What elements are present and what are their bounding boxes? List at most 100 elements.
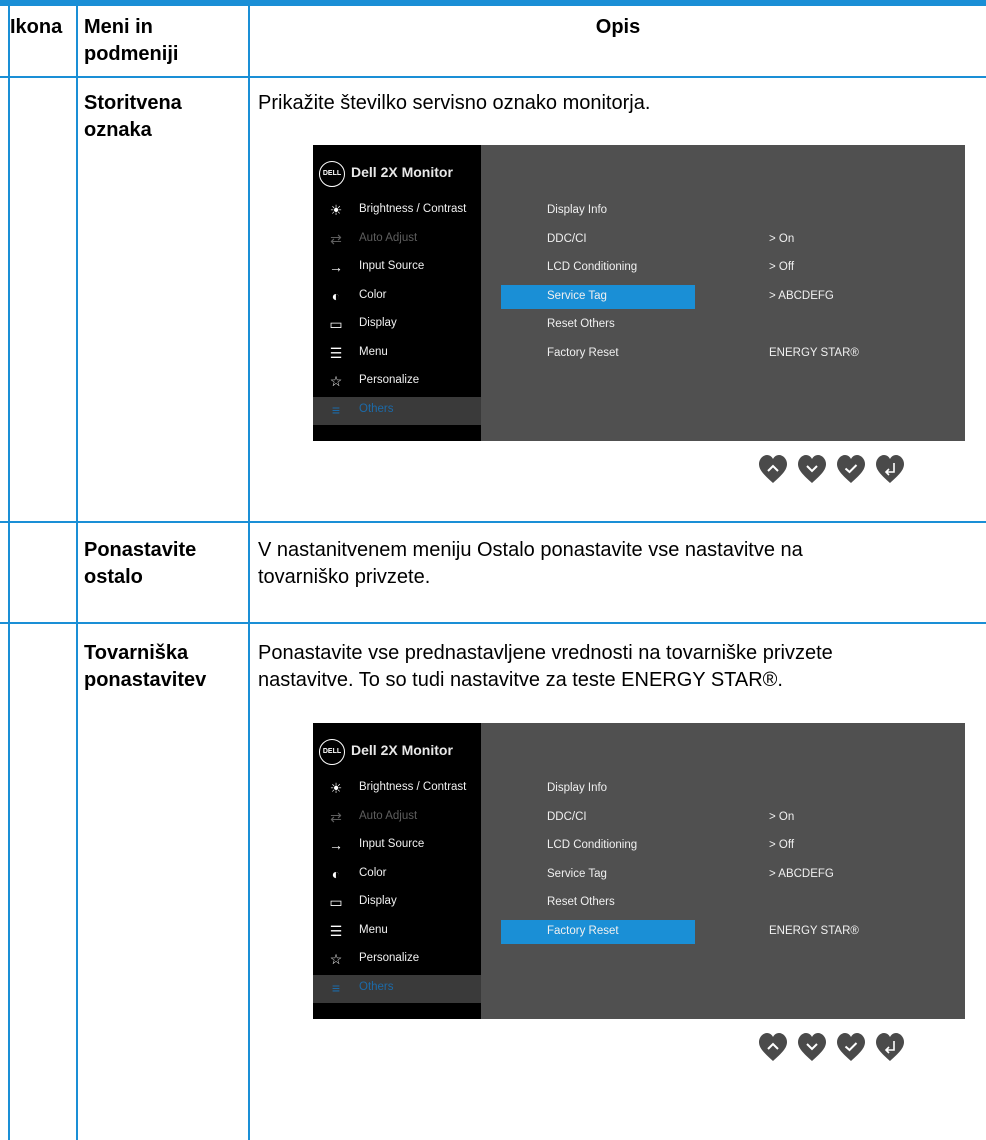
osd-value-service-tag: > ABCDEFG: [769, 867, 834, 880]
osd-value-service-tag: > ABCDEFG: [769, 289, 834, 302]
osd-menu-item-display[interactable]: ▭ Display: [313, 889, 481, 917]
table-top-border: [0, 0, 986, 6]
osd-menu-item-color[interactable]: ◐ Color: [313, 861, 481, 889]
osd-menu-item-label: Brightness / Contrast: [359, 203, 467, 215]
osd-menu-item-label: Color: [359, 866, 387, 879]
row-1-name-line2: oznaka: [84, 119, 152, 141]
nav-buttons-2: [758, 1030, 918, 1066]
osd-menu-item-brightness-contrast[interactable]: ☀ Brightness / Contrast: [313, 775, 481, 803]
row-2-name-line1: Ponastavite: [84, 539, 197, 561]
osd-submenu-item-label: LCD Conditioning: [547, 839, 638, 852]
auto-adjust-icon: ⇄: [330, 808, 342, 825]
osd-menu-item-label: Color: [359, 288, 387, 301]
back-button[interactable]: [875, 454, 905, 484]
header-divider: [0, 76, 986, 78]
header-menu-line2: podmeniji: [84, 43, 179, 65]
osd-value-lcd-conditioning: > Off: [769, 261, 795, 274]
osd-menu-item-input-source[interactable]: → Input Source: [313, 832, 481, 860]
osd-submenu-item-lcd-conditioning[interactable]: LCD Conditioning: [501, 834, 695, 858]
osd-menu-item-menu[interactable]: ☰ Menu: [313, 340, 481, 368]
osd-menu-item-input-source[interactable]: → Input Source: [313, 254, 481, 282]
check-button[interactable]: [836, 454, 866, 484]
osd-submenu-item-label: Service Tag: [547, 289, 607, 302]
osd-submenu-item-service-tag[interactable]: Service Tag: [501, 863, 695, 887]
row-factory-reset-description: Ponastavite vse prednastavljene vrednost…: [258, 640, 833, 694]
osd-submenu-item-display-info[interactable]: Display Info: [501, 199, 695, 223]
row-2-desc-line2: tovarniško privzete.: [258, 566, 431, 588]
display-icon: ▭: [329, 316, 343, 332]
osd-menu-item-display[interactable]: ▭ Display: [313, 311, 481, 339]
star-icon: ☆: [329, 951, 343, 967]
osd-brand: DELL Dell 2X Monitor: [319, 159, 479, 189]
osd-submenu-item-ddc-ci[interactable]: DDC/CI: [501, 806, 695, 830]
osd-main-panel: DELL Dell 2X Monitor ☀ Brightness / Contras…: [313, 145, 481, 441]
osd-submenu-item-factory-reset[interactable]: Factory Reset: [501, 342, 695, 366]
osd-menu-item-auto-adjust[interactable]: ⇄ Auto Adjust: [313, 804, 481, 832]
others-icon: ≡: [331, 979, 341, 996]
color-icon: ◐: [331, 865, 341, 882]
osd-menu-item-personalize[interactable]: ☆ Personalize: [313, 946, 481, 974]
down-button[interactable]: [797, 454, 827, 484]
down-icon: [798, 1033, 826, 1061]
row-2-name-line2: ostalo: [84, 566, 143, 588]
osd-submenu-item-ddc-ci[interactable]: DDC/CI: [501, 228, 695, 252]
column-divider-menu: [248, 6, 250, 1140]
row-factory-reset-name: Tovarniška ponastavitev: [84, 640, 206, 694]
osd-submenu-item-service-tag[interactable]: Service Tag: [501, 284, 695, 309]
osd-value-energy-star: ENERGY STAR®: [769, 925, 859, 937]
row-service-tag-name: Storitvena oznaka: [84, 90, 182, 144]
down-button[interactable]: [797, 1032, 827, 1062]
osd-submenu-item-reset-others[interactable]: Reset Others: [501, 313, 695, 337]
osd-menu-item-label: Others: [359, 980, 394, 993]
osd-menu-item-others[interactable]: ≡ Others: [313, 974, 481, 1003]
osd-menu-item-menu[interactable]: ☰ Menu: [313, 918, 481, 946]
osd-brand: DELL Dell 2X Monitor: [319, 737, 479, 767]
osd-submenu-item-label: DDC/CI: [547, 810, 587, 823]
dell-logo: DELL: [319, 161, 345, 187]
menu-icon: ☰: [329, 344, 343, 361]
others-icon: ≡: [331, 401, 341, 418]
osd-submenu-item-label: LCD Conditioning: [547, 261, 638, 274]
up-button[interactable]: [758, 1032, 788, 1062]
osd-main-panel: DELL Dell 2X Monitor ☀ Brightness / Contras…: [313, 723, 481, 1019]
row-1-name-line1: Storitvena: [84, 92, 182, 114]
brightness-icon: ☀: [329, 780, 343, 796]
up-icon: [759, 1033, 787, 1061]
osd-menu-item-color[interactable]: ◐ Color: [313, 283, 481, 311]
osd-submenu-item-label: Reset Others: [547, 318, 615, 331]
osd-menu-item-others[interactable]: ≡ Others: [313, 396, 481, 425]
osd-submenu-item-label: Display Info: [547, 204, 608, 216]
osd-menu-item-label: Personalize: [359, 374, 420, 386]
brightness-icon: ☀: [329, 202, 343, 218]
row-service-tag-description: Prikažite številko servisno oznako monit…: [258, 90, 650, 117]
osd-submenu-item-label: Factory Reset: [547, 925, 619, 937]
header-icon: Ikona: [10, 16, 63, 38]
osd-submenu-item-factory-reset[interactable]: Factory Reset: [501, 920, 695, 944]
osd-submenu-item-display-info[interactable]: Display Info: [501, 777, 695, 801]
row-reset-others-description: V nastanitvenem meniju Ostalo ponastavit…: [258, 537, 803, 591]
osd-submenu-item-label: Reset Others: [547, 896, 615, 909]
row-divider-2: [0, 622, 986, 624]
osd-submenu-item-label: Service Tag: [547, 867, 607, 880]
osd-value-ddcci: > On: [769, 232, 795, 245]
row-2-desc-line1: V nastanitvenem meniju Ostalo ponastavit…: [258, 539, 803, 561]
osd-menu-item-personalize[interactable]: ☆ Personalize: [313, 368, 481, 396]
back-button[interactable]: [875, 1032, 905, 1062]
osd-menu-item-brightness-contrast[interactable]: ☀ Brightness / Contrast: [313, 197, 481, 225]
osd-submenu-item-reset-others[interactable]: Reset Others: [501, 891, 695, 915]
header-menu-line1: Meni in: [84, 16, 153, 38]
row-1-desc-line1: Prikažite številko servisno oznako monit…: [258, 92, 651, 114]
osd-value-lcd-conditioning: > Off: [769, 839, 795, 852]
osd-menu-item-label: Menu: [359, 923, 388, 936]
osd-submenu-item-lcd-conditioning[interactable]: LCD Conditioning: [501, 256, 695, 280]
osd-menu-item-auto-adjust[interactable]: ⇄ Auto Adjust: [313, 226, 481, 254]
header-description: Opis: [595, 16, 641, 38]
up-button[interactable]: [758, 454, 788, 484]
auto-adjust-icon: ⇄: [330, 230, 342, 247]
check-icon: [837, 455, 865, 483]
osd-menu-item-label: Display: [359, 317, 397, 329]
check-button[interactable]: [836, 1032, 866, 1062]
osd-menu-item-label: Auto Adjust: [359, 809, 418, 822]
table-left-border: [8, 6, 10, 1140]
osd-title: Dell 2X Monitor: [351, 742, 453, 758]
